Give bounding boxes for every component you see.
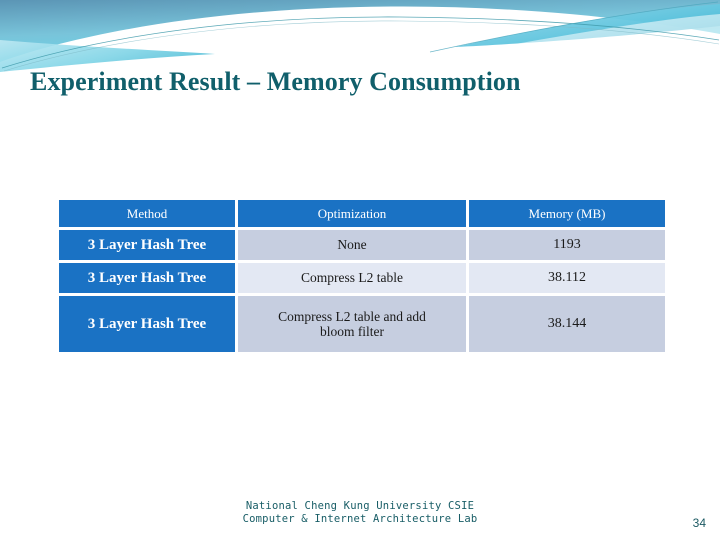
- slide-banner-decoration: [0, 0, 720, 72]
- cell-optimization: Compress L2 table and add bloom filter: [238, 296, 466, 352]
- cell-method: 3 Layer Hash Tree: [59, 263, 235, 293]
- slide-footer: National Cheng Kung University CSIE Comp…: [0, 500, 720, 526]
- cell-memory: 1193: [469, 230, 665, 260]
- table-row: 3 Layer Hash Tree Compress L2 table 38.1…: [59, 263, 665, 293]
- table-header-row: Method Optimization Memory (MB): [59, 200, 665, 227]
- footer-line-university: National Cheng Kung University CSIE: [245, 500, 475, 512]
- memory-consumption-table: Method Optimization Memory (MB) 3 Layer …: [59, 200, 665, 352]
- cell-optimization: Compress L2 table: [238, 263, 466, 293]
- page-number: 34: [692, 516, 706, 530]
- column-header-optimization: Optimization: [238, 200, 466, 227]
- table-row: 3 Layer Hash Tree Compress L2 table and …: [59, 296, 665, 352]
- cell-optimization-line1: Compress L2 table and add: [278, 309, 426, 324]
- cell-method: 3 Layer Hash Tree: [59, 296, 235, 352]
- table-row: 3 Layer Hash Tree None 1193: [59, 230, 665, 260]
- column-header-method: Method: [59, 200, 235, 227]
- column-header-memory: Memory (MB): [469, 200, 665, 227]
- cell-optimization-line2: bloom filter: [319, 324, 385, 339]
- cell-method: 3 Layer Hash Tree: [59, 230, 235, 260]
- cell-memory: 38.144: [469, 296, 665, 352]
- cell-optimization: None: [238, 230, 466, 260]
- cell-memory: 38.112: [469, 263, 665, 293]
- footer-line-lab: Computer & Internet Architecture Lab: [242, 513, 478, 525]
- slide-title: Experiment Result – Memory Consumption: [30, 67, 521, 96]
